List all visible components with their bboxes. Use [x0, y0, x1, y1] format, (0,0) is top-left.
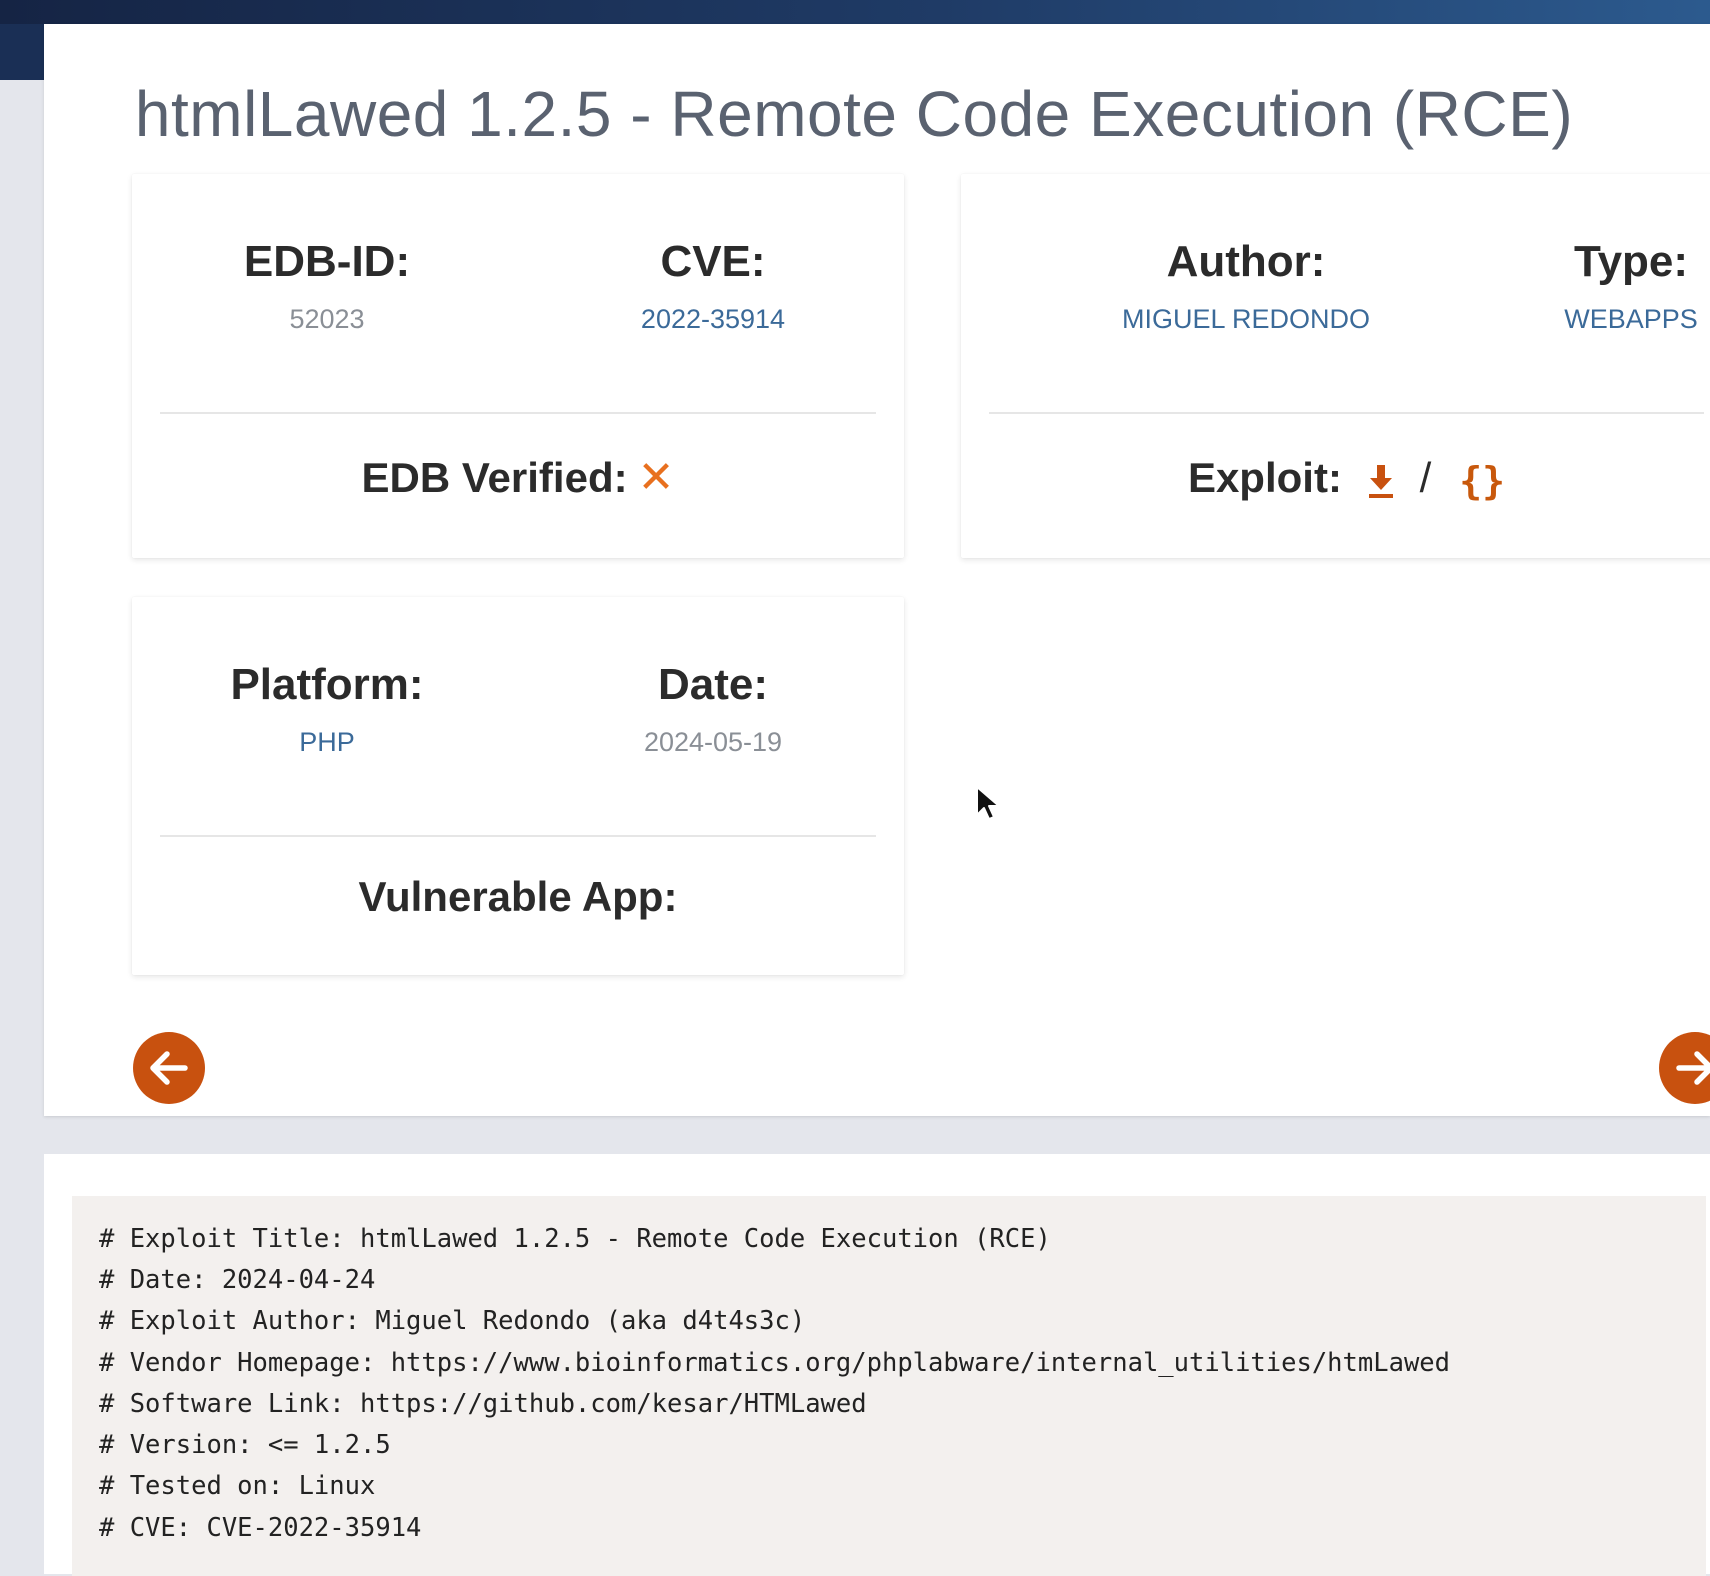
code-line: # Tested on: Linux — [99, 1471, 376, 1501]
edb-verified-label: EDB Verified: — [361, 454, 628, 501]
code-line: # Software Link: https://github.com/kesa… — [99, 1389, 867, 1419]
code-block: # Exploit Title: htmlLawed 1.2.5 - Remot… — [72, 1196, 1706, 1576]
edb-verified-row: EDB Verified: ✕ — [132, 452, 904, 504]
mouse-cursor-icon — [976, 786, 1000, 820]
type-link[interactable]: WEBAPPS — [1461, 302, 1710, 336]
exploit-label: Exploit: — [1187, 454, 1342, 501]
vulnerable-app-row: Vulnerable App: — [132, 871, 904, 923]
vulnerable-app-label: Vulnerable App: — [358, 873, 678, 920]
author-link[interactable]: MIGUEL REDONDO — [1076, 302, 1416, 336]
author-label: Author: — [1166, 237, 1326, 286]
x-icon: ✕ — [637, 453, 675, 502]
card-divider — [160, 412, 876, 414]
code-line: # Vendor Homepage: https://www.bioinform… — [99, 1348, 1451, 1378]
braces-icon[interactable]: {} — [1459, 455, 1505, 507]
card-divider — [160, 835, 876, 837]
card-divider — [989, 412, 1704, 414]
edb-id-label: EDB-ID: — [243, 237, 411, 286]
next-exploit-button[interactable] — [1659, 1032, 1710, 1104]
cve-field: CVE: 2022-35914 — [543, 236, 883, 336]
code-line: # Date: 2024-04-24 — [99, 1265, 376, 1295]
exploit-details-panel: htmlLawed 1.2.5 - Remote Code Execution … — [44, 24, 1710, 1116]
cve-label: CVE: — [660, 237, 766, 286]
cve-link[interactable]: 2022-35914 — [543, 302, 883, 336]
date-label: Date: — [657, 660, 769, 709]
author-field: Author: MIGUEL REDONDO — [1076, 236, 1416, 336]
page-title: htmlLawed 1.2.5 - Remote Code Execution … — [134, 78, 1574, 150]
edb-id-value: 52023 — [289, 304, 365, 334]
arrow-left-icon — [150, 1051, 188, 1085]
code-line: # Version: <= 1.2.5 — [99, 1430, 391, 1460]
card-id-cve: EDB-ID: 52023 CVE: 2022-35914 EDB Verifi… — [132, 174, 904, 558]
card-author-type: Author: MIGUEL REDONDO Type: WEBAPPS Exp… — [961, 174, 1710, 558]
platform-label: Platform: — [230, 660, 424, 709]
type-label: Type: — [1573, 237, 1689, 286]
header-bar-side — [0, 24, 44, 80]
date-value: 2024-05-19 — [643, 727, 783, 757]
card-platform-date: Platform: PHP Date: 2024-05-19 Vulnerabl… — [132, 597, 904, 975]
date-field: Date: 2024-05-19 — [543, 659, 883, 759]
arrow-right-icon — [1676, 1051, 1710, 1085]
code-line: # CVE: CVE-2022-35914 — [99, 1513, 422, 1543]
exploit-code-panel: # Exploit Title: htmlLawed 1.2.5 - Remot… — [44, 1154, 1710, 1576]
exploit-separator: / — [1419, 454, 1432, 501]
code-line: # Exploit Title: htmlLawed 1.2.5 - Remot… — [99, 1224, 1051, 1254]
edb-id-field: EDB-ID: 52023 — [157, 236, 497, 336]
platform-field: Platform: PHP — [157, 659, 497, 759]
type-field: Type: WEBAPPS — [1461, 236, 1710, 336]
header-bar — [0, 0, 1710, 24]
code-line: # Exploit Author: Miguel Redondo (aka d4… — [99, 1306, 806, 1336]
previous-exploit-button[interactable] — [133, 1032, 205, 1104]
download-icon[interactable] — [1366, 463, 1396, 499]
exploit-row: Exploit: / {} — [961, 452, 1710, 507]
platform-link[interactable]: PHP — [157, 725, 497, 759]
